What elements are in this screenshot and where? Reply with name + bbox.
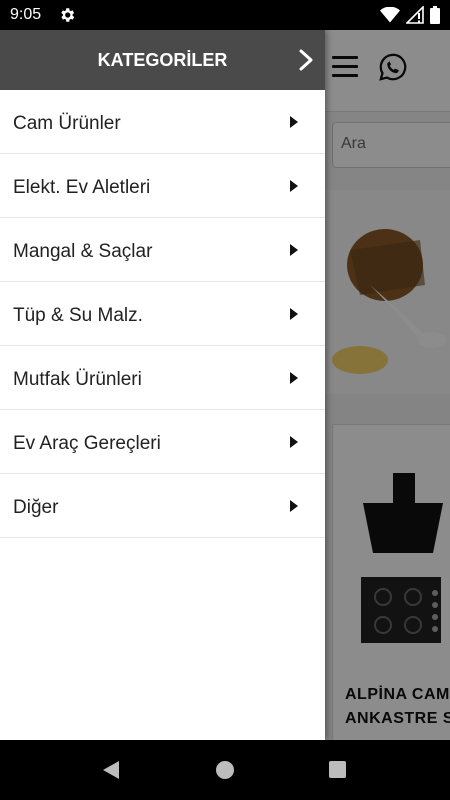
category-label: Ev Araç Gereçleri [13,433,161,454]
status-icons [380,5,440,25]
category-item-diger[interactable]: Diğer [0,474,325,538]
caret-right-icon [290,116,298,128]
caret-right-icon [290,180,298,192]
category-item-elekt-ev-aletleri[interactable]: Elekt. Ev Aletleri [0,154,325,218]
signal-icon [406,6,424,24]
status-time: 9:05 [10,6,42,23]
category-list: Cam Ürünler Elekt. Ev Aletleri Mangal & … [0,90,325,538]
caret-right-icon [290,244,298,256]
back-icon[interactable] [101,760,121,780]
drawer-header: KATEGORİLER [0,30,325,90]
settings-gear-icon [61,8,75,22]
caret-right-icon [290,372,298,384]
caret-right-icon [290,436,298,448]
category-item-tup-su-malz[interactable]: Tüp & Su Malz. [0,282,325,346]
category-item-cam-urunler[interactable]: Cam Ürünler [0,90,325,154]
caret-right-icon [290,500,298,512]
category-drawer: KATEGORİLER Cam Ürünler Elekt. Ev Aletle… [0,30,325,740]
system-nav-bar [0,740,450,800]
category-label: Cam Ürünler [13,113,121,134]
category-label: Diğer [13,497,59,518]
recent-apps-icon[interactable] [329,761,346,778]
chevron-right-icon[interactable] [296,48,316,72]
status-bar: 9:05 [0,0,450,30]
wifi-icon [380,7,400,23]
category-label: Elekt. Ev Aletleri [13,177,151,198]
battery-icon [430,6,440,24]
category-item-ev-arac-gerecleri[interactable]: Ev Araç Gereçleri [0,410,325,474]
home-icon[interactable] [216,761,234,779]
category-label: Mangal & Saçlar [13,241,153,262]
caret-right-icon [290,308,298,320]
drawer-title: KATEGORİLER [97,50,228,70]
category-item-mutfak-urunleri[interactable]: Mutfak Ürünleri [0,346,325,410]
category-item-mangal-saclar[interactable]: Mangal & Saçlar [0,218,325,282]
category-label: Mutfak Ürünleri [13,369,142,390]
category-label: Tüp & Su Malz. [13,305,143,326]
